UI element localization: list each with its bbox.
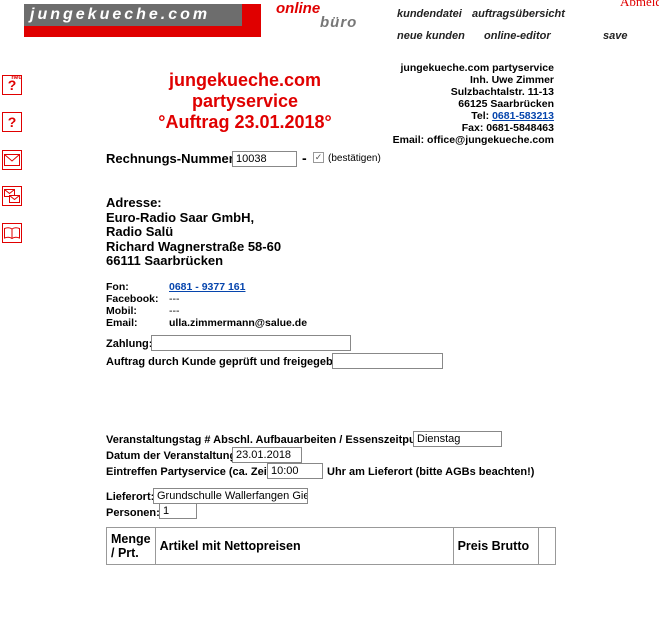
lieferort-input[interactable]: Grundschulle Wallerfangen Giesing xyxy=(153,488,308,504)
facebook-label: Facebook: xyxy=(106,293,159,305)
company-email: Email: office@jungekueche.com xyxy=(392,134,554,146)
articles-table: Menge / Prt. Artikel mit Nettopreisen Pr… xyxy=(106,527,556,565)
logout-link[interactable]: Abmelden xyxy=(620,0,659,10)
mail-multiple-icon[interactable] xyxy=(2,186,22,206)
col-menge-line2: / Prt. xyxy=(111,546,139,560)
nav-save[interactable]: save xyxy=(603,30,627,42)
address-line3: Richard Wagnerstraße 58-60 xyxy=(106,238,282,254)
book-icon[interactable] xyxy=(2,223,22,243)
invoice-dash: - xyxy=(302,150,307,166)
confirm-checkbox[interactable]: ✓ xyxy=(313,152,324,163)
neu-badge: neu xyxy=(11,75,22,81)
company-info: jungekueche.com partyservice Inh. Uwe Zi… xyxy=(380,62,554,146)
nav-auftragsuebersicht[interactable]: auftragsübersicht xyxy=(472,8,565,20)
col-menge-line1: Menge xyxy=(111,532,151,546)
address-block: Adresse: Euro-Radio Saar GmbH, Radio Sal… xyxy=(106,195,282,269)
event-day-label: Veranstaltungstag # Abschl. Aufbauarbeit… xyxy=(106,434,436,446)
mobil-label: Mobil: xyxy=(106,305,137,317)
facebook-value: --- xyxy=(169,293,180,305)
lieferort-label: Lieferort: xyxy=(106,491,155,503)
page-title: jungekueche.com partyservice °Auftrag 23… xyxy=(140,70,350,133)
address-line2: Radio Salü xyxy=(106,224,174,239)
col-extra xyxy=(537,527,556,565)
approved-input[interactable] xyxy=(332,353,443,369)
nav-kundendatei[interactable]: kundendatei xyxy=(397,8,462,20)
title-line1: jungekueche.com xyxy=(168,70,322,90)
mail-icon[interactable] xyxy=(2,150,22,170)
personen-input[interactable]: 1 xyxy=(159,503,197,519)
company-owner: Inh. Uwe Zimmer xyxy=(469,74,554,86)
col-artikel: Artikel mit Nettopreisen xyxy=(154,527,454,565)
zahlung-input[interactable] xyxy=(151,335,351,351)
invoice-label: Rechnungs-Nummer: xyxy=(106,151,239,166)
arrival-label: Eintreffen Partyservice (ca. Zeit): xyxy=(106,466,278,478)
arrival-note: Uhr am Lieferort (bitte AGBs beachten!) xyxy=(327,466,535,478)
fon-label: Fon: xyxy=(106,281,129,293)
company-name: jungekueche.com partyservice xyxy=(400,62,555,74)
logo-text[interactable]: jungekueche.com xyxy=(30,4,210,26)
nav-neue-kunden[interactable]: neue kunden xyxy=(397,30,465,42)
approved-label: Auftrag durch Kunde geprüft und freigege… xyxy=(106,356,350,368)
company-fax: Fax: 0681-5848463 xyxy=(461,122,554,134)
title-line2: partyservice xyxy=(191,91,299,111)
new-help-icon[interactable]: ? neu xyxy=(2,75,22,95)
event-day-input[interactable]: Dienstag xyxy=(413,431,502,447)
invoice-number-input[interactable]: 10038 xyxy=(232,151,297,167)
title-line3: °Auftrag 23.01.2018° xyxy=(158,112,332,132)
company-city: 66125 Saarbrücken xyxy=(458,98,554,110)
address-line4: 66111 Saarbrücken xyxy=(106,253,224,268)
online-label: online xyxy=(276,0,321,17)
help-question: ? xyxy=(7,114,17,130)
help-icon[interactable]: ? xyxy=(2,112,22,132)
confirm-label: (bestätigen) xyxy=(328,153,381,164)
table-header-row: Menge / Prt. Artikel mit Nettopreisen Pr… xyxy=(106,527,556,565)
email-value: ulla.zimmermann@salue.de xyxy=(169,317,308,329)
email-label: Email: xyxy=(106,317,138,329)
address-line1: Euro-Radio Saar GmbH, xyxy=(106,209,255,225)
address-heading: Adresse: xyxy=(106,195,162,210)
nav-online-editor[interactable]: online-editor xyxy=(484,30,551,42)
col-preis: Preis Brutto xyxy=(452,527,539,565)
col-menge: Menge / Prt. xyxy=(106,527,156,565)
company-street: Sulzbachtalstr. 11-13 xyxy=(450,86,554,98)
fon-link[interactable]: 0681 - 9377 161 xyxy=(169,281,245,293)
event-date-input[interactable]: 23.01.2018 xyxy=(232,447,302,463)
arrival-input[interactable]: 10:00 xyxy=(267,463,323,479)
company-tel-link[interactable]: 0681-583213 xyxy=(492,110,554,122)
event-date-label: Datum der Veranstaltung: xyxy=(106,450,240,462)
mobil-value: --- xyxy=(169,305,180,317)
buero-label: büro xyxy=(320,14,358,31)
company-tel-label: Tel: xyxy=(471,110,490,122)
personen-label: Personen: xyxy=(106,507,160,519)
zahlung-label: Zahlung: xyxy=(106,338,153,350)
company-tel: Tel: 0681-583213 xyxy=(380,110,554,122)
